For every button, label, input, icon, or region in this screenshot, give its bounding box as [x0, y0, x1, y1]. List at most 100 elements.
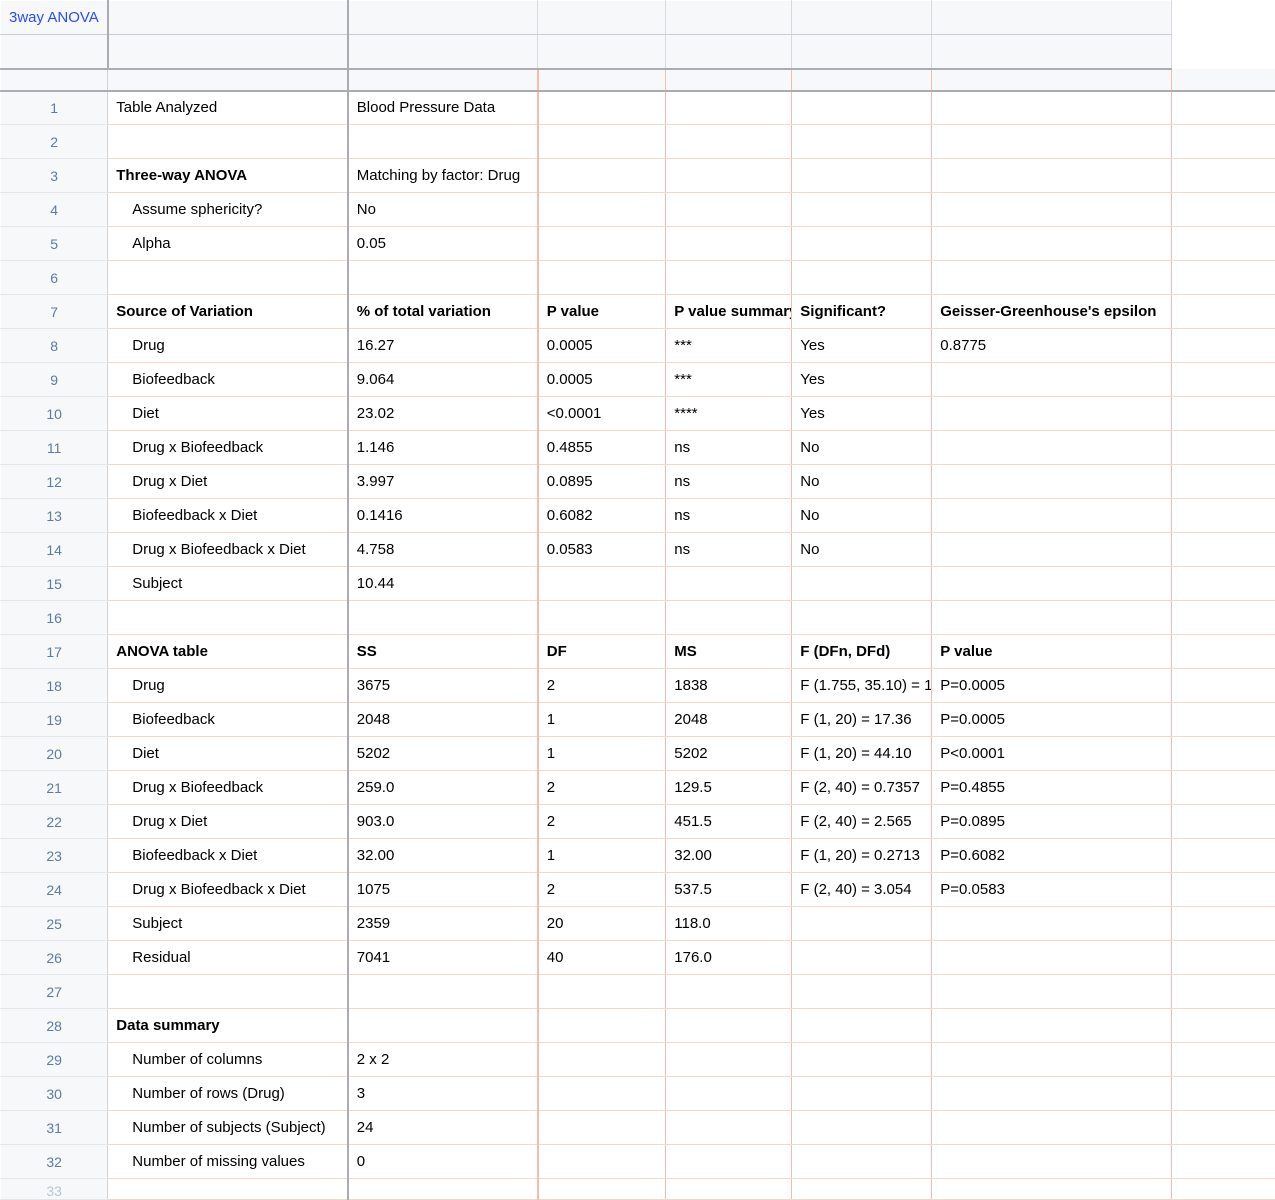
cell-f[interactable]: P=0.0583 — [932, 873, 1172, 907]
cell-d[interactable]: ns — [666, 431, 792, 465]
cell-g[interactable] — [1172, 533, 1275, 567]
col-sub-e[interactable] — [666, 35, 792, 69]
cell-c[interactable]: P value — [538, 295, 666, 329]
cell-a[interactable]: Biofeedback x Diet — [108, 839, 348, 873]
cell-e[interactable] — [792, 907, 932, 941]
cell-e[interactable] — [792, 1009, 932, 1043]
cell-f[interactable] — [932, 465, 1172, 499]
cell-a[interactable]: Diet — [108, 397, 348, 431]
cell-c[interactable]: 40 — [538, 941, 666, 975]
cell-d[interactable] — [666, 159, 792, 193]
cell-a[interactable] — [108, 601, 348, 635]
row-number[interactable]: 10 — [1, 397, 108, 431]
cell-c[interactable] — [538, 1043, 666, 1077]
cell-g[interactable] — [1172, 261, 1275, 295]
cell-b[interactable]: 3675 — [348, 669, 538, 703]
cell-d[interactable]: MS — [666, 635, 792, 669]
cell-f[interactable] — [932, 601, 1172, 635]
cell-e[interactable] — [792, 567, 932, 601]
cell-g[interactable] — [1172, 193, 1275, 227]
cell-g[interactable] — [1172, 1145, 1275, 1179]
col-sub-b[interactable] — [108, 35, 348, 69]
cell-a[interactable] — [108, 125, 348, 159]
row-number[interactable]: 4 — [1, 193, 108, 227]
row-number[interactable]: 3 — [1, 159, 108, 193]
cell-d[interactable]: *** — [666, 329, 792, 363]
col-header-d[interactable] — [538, 1, 666, 35]
cell-d[interactable]: ns — [666, 533, 792, 567]
cell-e[interactable]: F (1.755, 35.10) = 1 — [792, 669, 932, 703]
cell-g[interactable] — [1172, 227, 1275, 261]
cell-d[interactable]: 129.5 — [666, 771, 792, 805]
row-number[interactable]: 25 — [1, 907, 108, 941]
cell-g[interactable] — [1172, 1077, 1275, 1111]
row-number[interactable]: 32 — [1, 1145, 108, 1179]
cell-b[interactable]: 4.758 — [348, 533, 538, 567]
cell-f[interactable] — [932, 907, 1172, 941]
cell-f[interactable]: P=0.0005 — [932, 703, 1172, 737]
sheet-tab-title[interactable]: 3way ANOVA — [1, 1, 108, 35]
cell-b[interactable]: 3 — [348, 1077, 538, 1111]
cell-a[interactable]: Source of Variation — [108, 295, 348, 329]
cell-f[interactable] — [932, 125, 1172, 159]
cell-f[interactable] — [932, 533, 1172, 567]
cell-c[interactable] — [538, 1179, 666, 1200]
row-number[interactable]: 21 — [1, 771, 108, 805]
cell-g[interactable] — [1172, 941, 1275, 975]
cell-g[interactable] — [1172, 907, 1275, 941]
cell-c[interactable]: 1 — [538, 839, 666, 873]
cell-e[interactable]: F (2, 40) = 0.7357 — [792, 771, 932, 805]
cell-f[interactable] — [932, 193, 1172, 227]
col-header-e[interactable] — [666, 1, 792, 35]
cell-b[interactable] — [348, 601, 538, 635]
cell-e[interactable] — [792, 91, 932, 125]
row-number[interactable]: 33 — [1, 1179, 108, 1200]
cell-c[interactable] — [538, 1009, 666, 1043]
cell-f[interactable] — [932, 431, 1172, 465]
row-number[interactable]: 31 — [1, 1111, 108, 1145]
row-number[interactable]: 12 — [1, 465, 108, 499]
row-number[interactable]: 19 — [1, 703, 108, 737]
cell-e[interactable]: Yes — [792, 397, 932, 431]
row-number[interactable]: 7 — [1, 295, 108, 329]
cell-f[interactable]: P=0.4855 — [932, 771, 1172, 805]
cell-g[interactable] — [1172, 1179, 1275, 1200]
cell-e[interactable] — [792, 1077, 932, 1111]
cell-e[interactable]: F (1, 20) = 17.36 — [792, 703, 932, 737]
cell-b[interactable]: Blood Pressure Data — [348, 91, 538, 125]
cell-c[interactable] — [538, 567, 666, 601]
cell-a[interactable]: Alpha — [108, 227, 348, 261]
cell-f[interactable]: P=0.0895 — [932, 805, 1172, 839]
cell-c[interactable]: 0.0005 — [538, 363, 666, 397]
cell-c[interactable] — [538, 193, 666, 227]
cell-d[interactable] — [666, 601, 792, 635]
cell-a[interactable]: Drug — [108, 669, 348, 703]
cell-c[interactable]: 0.0895 — [538, 465, 666, 499]
cell-c[interactable] — [538, 601, 666, 635]
cell-f[interactable] — [932, 1111, 1172, 1145]
cell-b[interactable] — [348, 975, 538, 1009]
cell-a[interactable]: Assume sphericity? — [108, 193, 348, 227]
cell-d[interactable]: ns — [666, 499, 792, 533]
cell-c[interactable]: 20 — [538, 907, 666, 941]
cell-c[interactable]: <0.0001 — [538, 397, 666, 431]
cell-g[interactable] — [1172, 601, 1275, 635]
col-header-b[interactable] — [108, 1, 348, 35]
cell-f[interactable]: P value — [932, 635, 1172, 669]
cell-e[interactable]: Yes — [792, 363, 932, 397]
cell-g[interactable] — [1172, 431, 1275, 465]
cell-e[interactable]: F (1, 20) = 0.2713 — [792, 839, 932, 873]
cell-b[interactable]: % of total variation — [348, 295, 538, 329]
row-number[interactable]: 30 — [1, 1077, 108, 1111]
cell-d[interactable] — [666, 261, 792, 295]
cell-c[interactable]: 2 — [538, 805, 666, 839]
cell-e[interactable]: Significant? — [792, 295, 932, 329]
cell-d[interactable] — [666, 1145, 792, 1179]
cell-g[interactable] — [1172, 91, 1275, 125]
cell-c[interactable]: 2 — [538, 771, 666, 805]
cell-e[interactable] — [792, 1145, 932, 1179]
row-number[interactable]: 17 — [1, 635, 108, 669]
row-number[interactable]: 23 — [1, 839, 108, 873]
cell-d[interactable]: *** — [666, 363, 792, 397]
cell-d[interactable]: 451.5 — [666, 805, 792, 839]
